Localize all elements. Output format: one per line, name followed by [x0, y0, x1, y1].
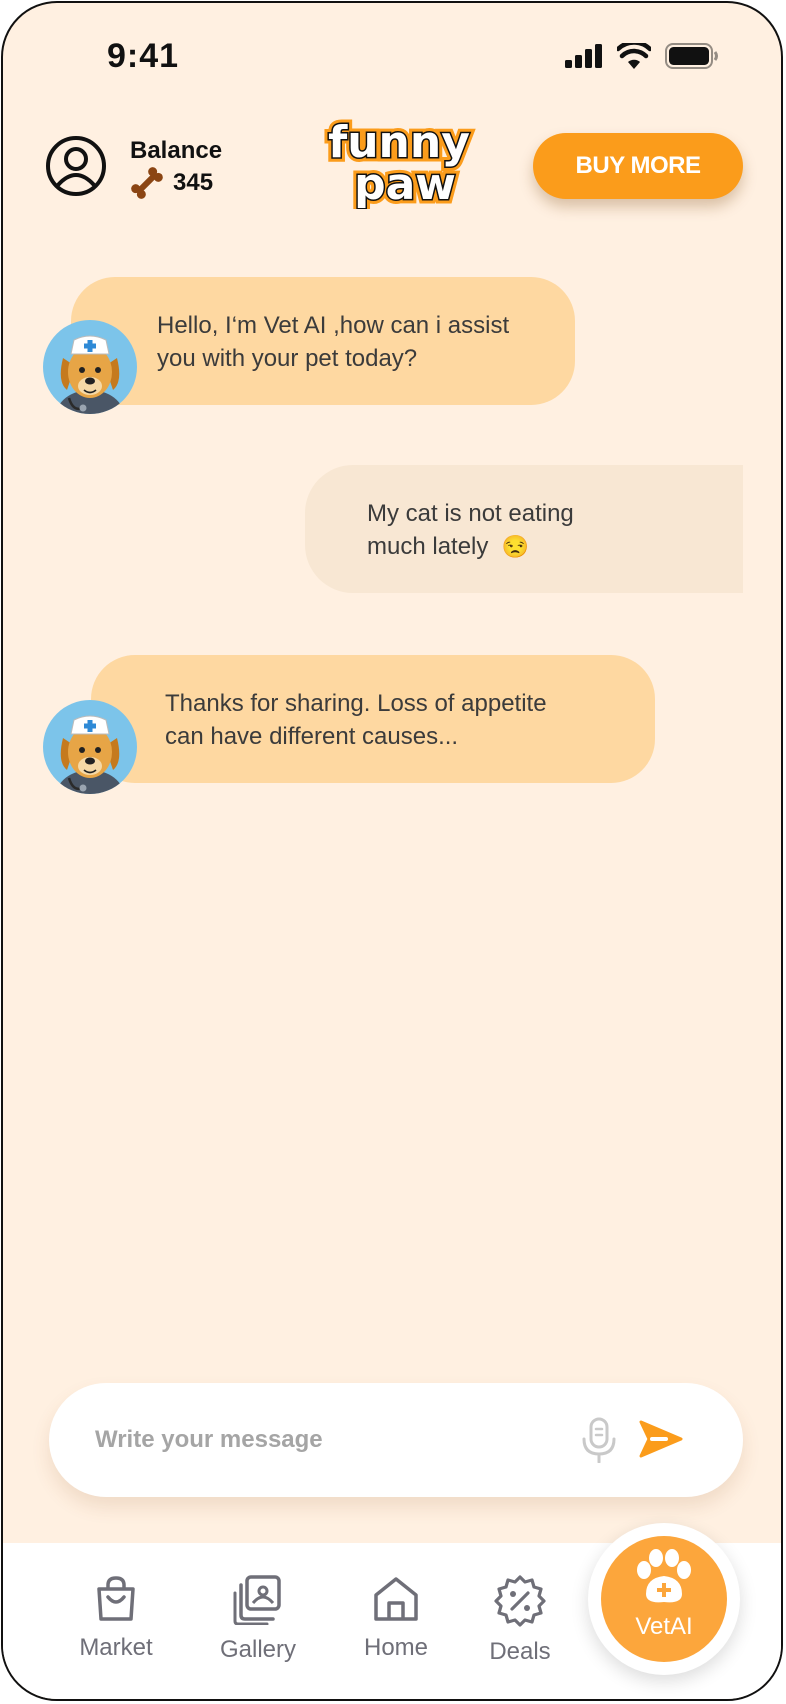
- nav-label-market: Market: [79, 1634, 153, 1661]
- funny-paw-logo: funny funny paw paw: [324, 113, 475, 209]
- message-text-line: can have different causes...: [165, 723, 459, 750]
- nav-item-deals[interactable]: Deals: [465, 1575, 575, 1666]
- message-text-line: much lately 😒: [367, 533, 530, 560]
- nav-item-gallery[interactable]: Gallery: [203, 1575, 313, 1664]
- balance-label: Balance: [130, 137, 223, 164]
- vetai-button[interactable]: VetAI: [601, 1536, 727, 1662]
- gallery-icon: [233, 1575, 281, 1626]
- home-icon: [374, 1577, 418, 1621]
- discount-badge-icon: [494, 1575, 546, 1627]
- message-text-line: My cat is not eating: [367, 500, 574, 527]
- message-composer: [49, 1383, 743, 1497]
- nav-item-home[interactable]: Home: [341, 1575, 451, 1662]
- vet-ai-avatar: [43, 700, 137, 794]
- ai-message-bubble: Hello, I‘m Vet AI ,how can i assist you …: [71, 277, 575, 405]
- wifi-icon: [617, 43, 651, 69]
- paw-plus-icon: [637, 1549, 691, 1603]
- dog-doctor-icon: [56, 335, 124, 414]
- signal-icon: [565, 44, 602, 68]
- battery-icon: [665, 43, 718, 69]
- nav-item-vetai[interactable]: VetAI: [588, 1523, 740, 1675]
- unamused-emoji-icon: 😒: [501, 534, 530, 559]
- message-input[interactable]: [93, 1419, 567, 1461]
- nav-label-deals: Deals: [489, 1638, 551, 1665]
- nav-label-gallery: Gallery: [219, 1636, 297, 1663]
- status-icons: [565, 43, 719, 69]
- balance-row: 345: [129, 167, 213, 199]
- phone-frame: 9:41 Balance 345 funny funny paw paw BUY…: [1, 1, 783, 1701]
- user-message-bubble: My cat is not eating much lately 😒: [305, 465, 743, 593]
- microphone-icon[interactable]: [581, 1417, 617, 1463]
- nav-label-home: Home: [363, 1634, 429, 1661]
- balance-value: 345: [173, 169, 214, 196]
- message-text-line: you with your pet today?: [157, 345, 418, 372]
- ai-message-bubble: Thanks for sharing. Loss of appetite can…: [91, 655, 655, 783]
- bone-icon: [131, 167, 163, 199]
- svg-text:paw: paw: [354, 159, 456, 209]
- nav-label-vetai: VetAI: [635, 1613, 693, 1640]
- message-text-line: Hello, I‘m Vet AI ,how can i assist: [157, 312, 510, 339]
- dog-doctor-icon: [56, 715, 124, 794]
- message-text-line: Thanks for sharing. Loss of appetite: [165, 690, 547, 717]
- shopping-bag-icon: [97, 1576, 135, 1621]
- status-time: 9:41: [107, 37, 180, 75]
- vet-ai-avatar: [43, 320, 137, 414]
- nav-item-market[interactable]: Market: [61, 1575, 171, 1662]
- send-icon[interactable]: [639, 1419, 683, 1459]
- buy-more-button[interactable]: BUY MORE: [533, 133, 743, 199]
- profile-icon[interactable]: [45, 135, 107, 197]
